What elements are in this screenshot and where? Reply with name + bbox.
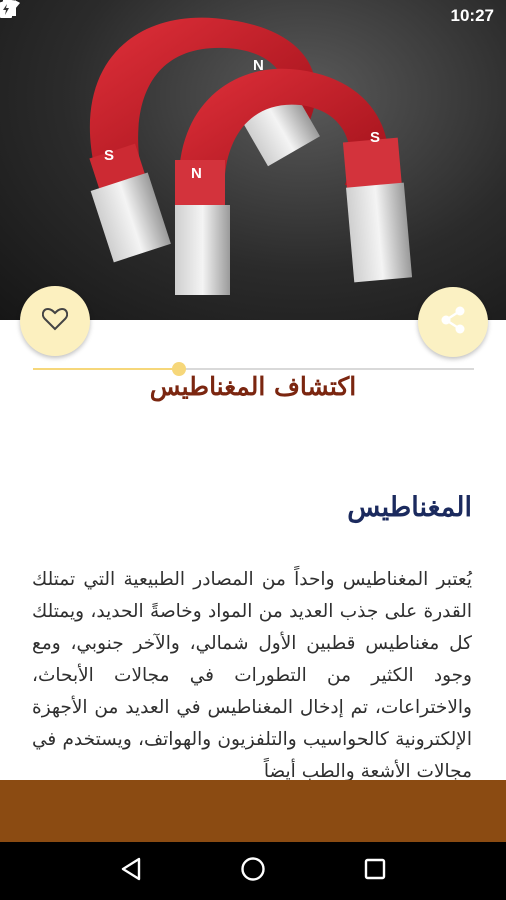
recents-square-icon: [364, 858, 386, 884]
article-content[interactable]: المغناطيس يُعتبر المغناطيس واحداً من الم…: [0, 480, 506, 780]
share-button[interactable]: [418, 287, 488, 357]
home-circle-icon: [240, 856, 266, 886]
heart-outline-icon: [41, 307, 69, 335]
home-button[interactable]: [229, 847, 277, 895]
pole-label: S: [104, 147, 114, 164]
screen: S N N S 10:27 اكتشاف المغناطيس المغناطيس…: [0, 0, 506, 900]
title-divider-accent: [33, 368, 180, 370]
back-triangle-icon: [120, 857, 142, 885]
recents-button[interactable]: [351, 847, 399, 895]
pole-label: N: [191, 165, 202, 182]
share-icon: [440, 306, 466, 338]
magnets-illustration: S N N S: [89, 17, 413, 295]
article-body: يُعتبر المغناطيس واحداً من المصادر الطبي…: [32, 569, 472, 780]
article-heading: المغناطيس: [347, 492, 472, 523]
pole-label: S: [370, 129, 380, 146]
status-bar: 10:27: [0, 0, 506, 32]
navigation-bar: [0, 842, 506, 900]
back-button[interactable]: [107, 847, 155, 895]
favorite-button[interactable]: [20, 286, 90, 356]
pole-label: N: [253, 57, 264, 74]
bottom-banner: [0, 780, 506, 842]
hero-image: S N N S 10:27: [0, 0, 506, 320]
page-title: اكتشاف المغناطيس: [149, 372, 357, 401]
status-time: 10:27: [450, 6, 494, 25]
